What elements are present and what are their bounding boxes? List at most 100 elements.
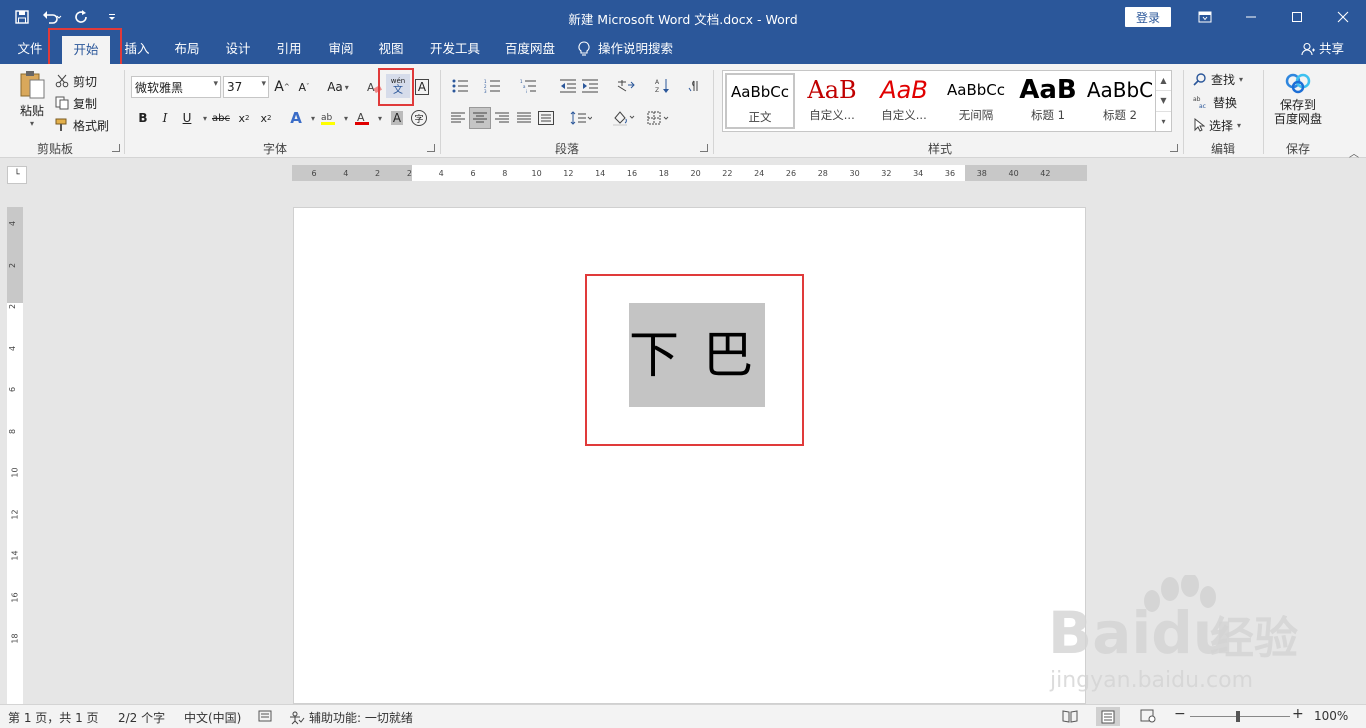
style-no-spacing[interactable]: AaBbCc 无间隔 [941, 73, 1011, 129]
font-dialog-launcher[interactable] [427, 144, 435, 152]
redo-icon[interactable] [70, 6, 94, 28]
paragraph-dialog-launcher[interactable] [700, 144, 708, 152]
styles-dialog-launcher[interactable] [1170, 144, 1178, 152]
read-mode-icon[interactable] [1062, 709, 1078, 726]
underline-icon[interactable]: U [177, 108, 197, 128]
increase-indent-icon[interactable] [580, 76, 600, 96]
tab-references[interactable]: 引用 [268, 34, 310, 64]
login-button[interactable]: 登录 [1125, 7, 1171, 27]
group-divider [1183, 70, 1184, 154]
multilevel-list-icon[interactable]: 1ai [514, 76, 544, 96]
ribbon-display-options-icon[interactable] [1182, 0, 1228, 34]
status-language[interactable]: 中文(中国) [184, 709, 241, 726]
style-heading-1[interactable]: AaB 标题 1 [1013, 73, 1083, 129]
accessibility-checker[interactable]: 辅助功能: 一切就绪 [289, 709, 413, 726]
align-right-icon[interactable] [492, 108, 512, 128]
maximize-icon[interactable] [1274, 0, 1320, 34]
justify-icon[interactable] [514, 108, 534, 128]
find-button[interactable]: 查找 ▾ [1193, 70, 1243, 88]
borders-icon[interactable] [643, 108, 675, 128]
distributed-icon[interactable] [536, 108, 556, 128]
tab-selector[interactable]: └ [7, 166, 27, 184]
replace-button[interactable]: ab ac 替换 [1193, 93, 1237, 111]
paste-button[interactable]: 粘贴 ▾ [12, 70, 52, 134]
style-normal[interactable]: AaBbCc 正文 [725, 73, 795, 129]
ruler-tick: 12 [10, 508, 20, 520]
ruler-tick: 30 [849, 169, 860, 178]
strikethrough-icon[interactable]: abc [211, 108, 231, 128]
close-icon[interactable] [1320, 0, 1366, 34]
tab-developer[interactable]: 开发工具 [424, 34, 486, 64]
style-custom-2[interactable]: AaB 自定义... [869, 73, 939, 129]
change-case-button[interactable]: Aa ▾ [322, 77, 354, 97]
tab-baidu-netdisk[interactable]: 百度网盘 [498, 34, 562, 64]
status-word-count[interactable]: 2/2 个字 [118, 709, 165, 726]
superscript-icon[interactable]: x2 [256, 108, 276, 128]
share-button[interactable]: 共享 [1301, 34, 1344, 64]
cut-button[interactable]: 剪切 [55, 72, 97, 90]
decrease-indent-icon[interactable] [558, 76, 578, 96]
customize-qat-icon[interactable] [100, 6, 124, 28]
ruler-tick: 12 [563, 169, 574, 178]
character-border-icon[interactable]: A [412, 77, 432, 97]
tab-view[interactable]: 视图 [370, 34, 412, 64]
zoom-level[interactable]: 100% [1314, 709, 1348, 723]
zoom-out-icon[interactable]: − [1174, 706, 1186, 722]
font-group-label: 字体 [262, 142, 287, 156]
minimize-icon[interactable] [1228, 0, 1274, 34]
style-heading-2[interactable]: AaBbC 标题 2 [1085, 73, 1155, 129]
status-page[interactable]: 第 1 页，共 1 页 [8, 709, 99, 726]
line-spacing-icon[interactable] [566, 108, 596, 128]
macro-record-icon[interactable] [258, 709, 272, 726]
vertical-ruler[interactable]: 4 2 2 4 6 8 10 12 14 16 18 [7, 207, 23, 704]
copy-button[interactable]: 复制 [55, 94, 97, 112]
sort-icon[interactable]: AZ [652, 76, 672, 96]
clipboard-dialog-launcher[interactable] [112, 144, 120, 152]
style-custom-1[interactable]: AaB 自定义... [797, 73, 867, 129]
clipboard-group-label: 剪贴板 [36, 142, 73, 156]
font-color-icon[interactable]: A [352, 108, 372, 128]
tell-me-search[interactable]: 操作说明搜索 [578, 34, 688, 64]
search-icon [1193, 73, 1206, 86]
grow-font-icon[interactable]: A ^ [272, 77, 292, 97]
zoom-slider-thumb[interactable] [1236, 711, 1240, 722]
bullets-icon[interactable] [448, 76, 474, 96]
ruler-tick: 2 [406, 169, 412, 178]
tab-insert[interactable]: 插入 [116, 34, 158, 64]
web-layout-icon[interactable] [1140, 709, 1156, 726]
save-icon[interactable] [10, 6, 34, 28]
shrink-font-icon[interactable]: Aˇ [294, 77, 314, 97]
format-painter-button[interactable]: 格式刷 [55, 116, 109, 134]
chinese-layout-icon[interactable] [612, 76, 640, 96]
enclose-characters-icon[interactable]: 字 [409, 108, 429, 128]
select-button[interactable]: 选择 ▾ [1193, 116, 1241, 134]
zoom-in-icon[interactable]: + [1292, 706, 1304, 722]
numbering-icon[interactable]: 123 [480, 76, 506, 96]
tab-file[interactable]: 文件 [8, 34, 52, 64]
cursor-icon [1194, 118, 1205, 132]
align-center-icon[interactable] [469, 107, 491, 129]
undo-icon[interactable] [40, 6, 64, 28]
scroll-down-icon[interactable]: ▼ [1156, 91, 1171, 112]
scroll-up-icon[interactable]: ▲ [1156, 71, 1171, 92]
subscript-icon[interactable]: x2 [234, 108, 254, 128]
highlight-icon[interactable]: ab [318, 108, 338, 128]
shading-icon[interactable] [608, 108, 640, 128]
character-shading-icon[interactable]: A [387, 108, 407, 128]
more-styles-icon[interactable]: ▾ [1156, 112, 1171, 131]
show-hide-marks-icon[interactable] [684, 76, 704, 96]
save-to-baidu-button[interactable]: 保存到 百度网盘 [1268, 72, 1328, 136]
bold-icon[interactable]: B [133, 108, 153, 128]
italic-icon[interactable]: I [155, 108, 175, 128]
horizontal-ruler[interactable]: 6 4 2 2 4 6 8 10 12 14 16 18 20 22 24 26 28 30 32 34 36 38 40 4… [292, 165, 1087, 181]
font-name-combo[interactable]: 微软雅黑 ▾ [131, 76, 221, 98]
tab-review[interactable]: 审阅 [320, 34, 362, 64]
align-left-icon[interactable] [448, 108, 468, 128]
zoom-slider-track[interactable] [1190, 716, 1290, 717]
print-layout-icon[interactable] [1096, 707, 1120, 726]
tab-design[interactable]: 设计 [217, 34, 259, 64]
tab-layout[interactable]: 布局 [166, 34, 208, 64]
editing-group-label: 编辑 [1210, 142, 1235, 156]
font-size-combo[interactable]: 37 ▾ [223, 76, 269, 98]
styles-gallery-scroll: ▲ ▼ ▾ [1155, 71, 1171, 131]
